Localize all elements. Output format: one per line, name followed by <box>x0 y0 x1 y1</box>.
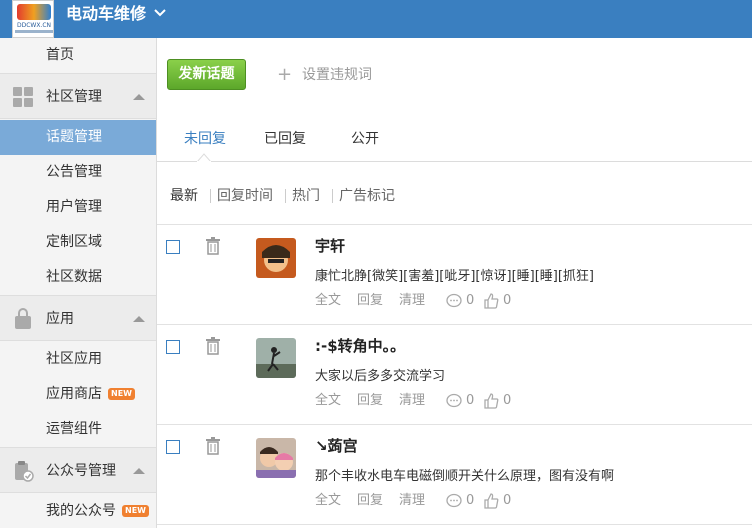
sidebar-section-apps[interactable]: 应用 <box>0 295 156 341</box>
set-rules-label: 设置违规词 <box>302 67 372 83</box>
clean-link[interactable]: 清理 <box>399 492 425 510</box>
sidebar-item-announcements[interactable]: 公告管理 <box>0 155 156 190</box>
new-topic-button[interactable]: 发新话题 <box>167 59 246 90</box>
sidebar-section-community[interactable]: 社区管理 <box>0 73 156 119</box>
avatar[interactable] <box>256 438 296 478</box>
tab-replied[interactable]: 已回复 <box>264 128 306 162</box>
comment-icon[interactable] <box>446 493 462 509</box>
list-item: :-$转角中。。 大家以后多多交流学习 全文 回复 清理 0 0 <box>157 325 752 425</box>
sidebar-item-label: 应用商店 <box>46 386 102 402</box>
select-checkbox[interactable] <box>166 440 180 454</box>
select-checkbox[interactable] <box>166 240 180 254</box>
like-count: 0 <box>503 393 512 408</box>
thumbs-up-icon[interactable] <box>483 293 499 309</box>
post-content: 大家以后多多交流学习 <box>315 369 446 384</box>
post-content: 康忙北㬹[微笑][害羞][呲牙][惊讶][睡][睡][抓狂] <box>315 269 595 284</box>
sidebar-section-label: 公众号管理 <box>46 463 116 479</box>
trash-icon[interactable] <box>205 437 221 455</box>
collapse-caret-icon[interactable] <box>133 315 145 323</box>
trash-icon[interactable] <box>205 337 221 355</box>
post-author[interactable]: ↘蒟宫 <box>315 435 358 456</box>
sidebar-item-topics[interactable]: 话题管理 <box>0 120 156 155</box>
clean-link[interactable]: 清理 <box>399 392 425 410</box>
chevron-down-icon[interactable] <box>154 8 166 18</box>
bag-icon <box>15 308 31 329</box>
active-tab-indicator <box>197 153 211 162</box>
reply-link[interactable]: 回复 <box>357 292 383 310</box>
sidebar-item-ops-components[interactable]: 运营组件 <box>0 412 156 447</box>
post-author[interactable]: :-$转角中。。 <box>315 335 405 356</box>
sidebar-item-custom-area[interactable]: 定制区域 <box>0 225 156 260</box>
plus-icon: + <box>277 64 293 85</box>
sidebar-item-my-accounts[interactable]: 我的公众号 NEW <box>0 494 156 528</box>
comment-count: 0 <box>466 493 475 508</box>
divider <box>332 189 333 203</box>
filter-latest[interactable]: 最新 <box>170 186 198 206</box>
divider <box>210 189 211 203</box>
thumbs-up-icon[interactable] <box>483 493 499 509</box>
logo[interactable]: DDCWX.CN <box>12 0 54 38</box>
grid-icon <box>13 87 33 107</box>
like-count: 0 <box>503 293 512 308</box>
sidebar-item-users[interactable]: 用户管理 <box>0 190 156 225</box>
post-content: 那个丰收水电车电磁倒顺开关什么原理，图有没有啊 <box>315 469 615 484</box>
clean-link[interactable]: 清理 <box>399 292 425 310</box>
sidebar-item-home[interactable]: 首页 <box>0 38 156 73</box>
sidebar-item-community-data[interactable]: 社区数据 <box>0 260 156 295</box>
sidebar-item-label: 我的公众号 <box>46 503 116 519</box>
reply-link[interactable]: 回复 <box>357 392 383 410</box>
logo-text: DDCWX.CN <box>16 22 52 29</box>
comment-count: 0 <box>466 293 475 308</box>
app-title[interactable]: 电动车维修 <box>66 4 146 24</box>
reply-link[interactable]: 回复 <box>357 492 383 510</box>
view-all-link[interactable]: 全文 <box>315 292 341 310</box>
sidebar-item-app-store[interactable]: 应用商店 NEW <box>0 377 156 412</box>
avatar[interactable] <box>256 338 296 378</box>
thumbs-up-icon[interactable] <box>483 393 499 409</box>
trash-icon[interactable] <box>205 237 221 255</box>
comment-icon[interactable] <box>446 293 462 309</box>
view-all-link[interactable]: 全文 <box>315 392 341 410</box>
set-rules-button[interactable]: + 设置违规词 <box>277 64 372 86</box>
top-bar: DDCWX.CN 电动车维修 <box>0 0 752 38</box>
collapse-caret-icon[interactable] <box>133 93 145 101</box>
divider <box>285 189 286 203</box>
tab-public[interactable]: 公开 <box>351 128 379 162</box>
logo-graphic <box>17 4 51 20</box>
new-badge: NEW <box>122 505 149 517</box>
list-item: ↘蒟宫 那个丰收水电车电磁倒顺开关什么原理，图有没有啊 全文 回复 清理 0 0 <box>157 425 752 525</box>
tab-bar: 未回复 已回复 公开 <box>157 118 752 162</box>
comment-count: 0 <box>466 393 475 408</box>
post-author[interactable]: 宇轩 <box>315 235 345 256</box>
collapse-caret-icon[interactable] <box>133 467 145 475</box>
sidebar-section-official-accounts[interactable]: 公众号管理 <box>0 447 156 493</box>
clipboard-check-icon <box>15 461 34 482</box>
sidebar-section-label: 应用 <box>46 311 74 327</box>
new-badge: NEW <box>108 388 135 400</box>
list-item: 宇轩 康忙北㬹[微笑][害羞][呲牙][惊讶][睡][睡][抓狂] 全文 回复 … <box>157 225 752 325</box>
sidebar-item-community-apps[interactable]: 社区应用 <box>0 342 156 377</box>
sidebar: 首页 社区管理 话题管理 公告管理 用户管理 定制区域 社区数据 应用 社区应用… <box>0 38 157 528</box>
filter-hot[interactable]: 热门 <box>292 186 320 206</box>
filter-reply-time[interactable]: 回复时间 <box>217 186 273 206</box>
view-all-link[interactable]: 全文 <box>315 492 341 510</box>
filter-ad-mark[interactable]: 广告标记 <box>339 186 395 206</box>
sidebar-section-label: 社区管理 <box>46 89 102 105</box>
logo-sub <box>15 30 53 33</box>
like-count: 0 <box>503 493 512 508</box>
select-checkbox[interactable] <box>166 340 180 354</box>
avatar[interactable] <box>256 238 296 278</box>
comment-icon[interactable] <box>446 393 462 409</box>
